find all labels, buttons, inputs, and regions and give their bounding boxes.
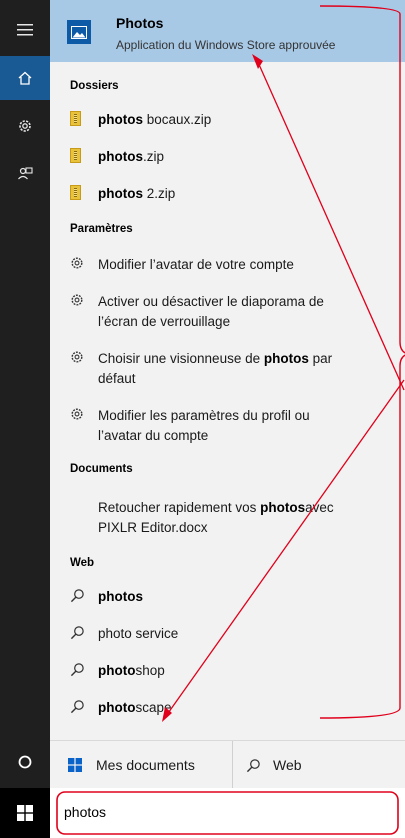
search-icon [70, 700, 84, 714]
zip-file-icon [70, 111, 81, 126]
settings-button[interactable] [0, 104, 50, 148]
feedback-icon [18, 167, 33, 180]
web-scope-button[interactable]: Web [246, 741, 302, 789]
folder-result-bold: photos [98, 149, 143, 164]
my-documents-scope-button[interactable]: Mes documents [68, 741, 195, 789]
gear-icon [71, 408, 83, 420]
settings-result-bold: photos [263, 351, 309, 366]
cortana-button[interactable] [0, 740, 50, 784]
photos-app-icon [67, 20, 91, 44]
web-suggestion[interactable]: photos [70, 587, 375, 607]
section-documents: Documents [70, 463, 133, 475]
gear-icon [71, 351, 83, 363]
best-match-item[interactable]: Photos Application du Windows Store appr… [50, 0, 405, 62]
web-suggestion-bold: photo [98, 663, 136, 678]
section-settings: Paramètres [70, 223, 133, 235]
settings-result-text: Modifier l’avatar de votre compte [98, 257, 294, 272]
scope-bar: Mes documents Web [50, 740, 405, 789]
folder-result[interactable]: photos bocaux.zip [70, 110, 375, 130]
folder-result-bold: photos [98, 112, 143, 127]
start-button[interactable] [0, 791, 50, 835]
search-input[interactable]: photos [56, 792, 396, 832]
settings-result[interactable]: Choisir une visionneuse de photos par dé… [70, 349, 375, 389]
document-result-bold: photos [260, 500, 306, 515]
feedback-button[interactable] [0, 152, 50, 196]
settings-result-line1: Activer ou désactiver le diaporama de [98, 294, 324, 309]
settings-result[interactable]: Activer ou désactiver le diaporama de l’… [70, 292, 375, 332]
settings-result-post: par [308, 351, 333, 366]
windows-logo-icon [17, 805, 33, 821]
best-match-title: Photos [116, 15, 164, 31]
search-icon [70, 589, 84, 603]
search-icon [70, 626, 84, 640]
gear-icon [71, 294, 83, 306]
section-web: Web [70, 557, 95, 569]
web-suggestion-bold: photos [98, 589, 143, 604]
folder-result[interactable]: photos.zip [70, 147, 375, 167]
document-icon-space [70, 498, 98, 499]
folder-result-rest: .zip [143, 149, 165, 164]
web-suggestion[interactable]: photoshop [70, 661, 375, 681]
web-suggestion-rest: photo service [98, 626, 179, 641]
document-result[interactable]: Retoucher rapidement vos photosavec PIXL… [70, 498, 375, 538]
document-result-pre: Retoucher rapidement vos [98, 500, 261, 515]
search-input-value: photos [64, 804, 107, 820]
web-suggestion-bold: photo [98, 700, 136, 715]
web-suggestion[interactable]: photoscape [70, 698, 375, 718]
document-result-line2: PIXLR Editor.docx [98, 520, 208, 535]
folder-result-bold: photos [98, 186, 143, 201]
menu-button[interactable] [0, 8, 50, 52]
cortana-circle-icon [18, 755, 32, 769]
best-match-subtitle: Application du Windows Store approuvée [116, 38, 336, 52]
home-icon [18, 71, 32, 85]
settings-result-line2: l’écran de verrouillage [98, 314, 231, 329]
search-icon [70, 663, 84, 677]
search-results-panel: Photos Application du Windows Store appr… [50, 0, 405, 740]
section-folders: Dossiers [70, 80, 119, 92]
search-bar: photos [50, 788, 405, 838]
web-suggestion[interactable]: photo service [70, 624, 375, 644]
home-button[interactable] [0, 56, 50, 100]
web-suggestion-rest: shop [135, 663, 165, 678]
folder-result-rest: bocaux.zip [143, 112, 212, 127]
web-scope-label: Web [273, 757, 302, 773]
settings-result-line2: défaut [98, 371, 136, 386]
zip-file-icon [70, 185, 81, 200]
settings-result-pre: Choisir une visionneuse de [98, 351, 264, 366]
gear-icon [71, 257, 83, 269]
scope-divider [232, 741, 233, 789]
gear-icon [19, 120, 31, 132]
hamburger-icon [17, 24, 33, 36]
folder-result-rest: 2.zip [143, 186, 176, 201]
zip-file-icon [70, 148, 81, 163]
web-suggestion-rest: scape [135, 700, 172, 715]
my-documents-label: Mes documents [96, 757, 195, 773]
search-icon [246, 758, 260, 772]
document-result-post: avec [305, 500, 334, 515]
settings-result-line1: Modifier les paramètres du profil ou [98, 408, 310, 423]
windows-logo-icon [68, 758, 82, 772]
left-rail [0, 0, 50, 838]
settings-result[interactable]: Modifier les paramètres du profil ou l’a… [70, 406, 375, 446]
settings-result[interactable]: Modifier l’avatar de votre compte [70, 255, 375, 275]
folder-result[interactable]: photos 2.zip [70, 184, 375, 204]
settings-result-line2: l’avatar du compte [98, 428, 209, 443]
